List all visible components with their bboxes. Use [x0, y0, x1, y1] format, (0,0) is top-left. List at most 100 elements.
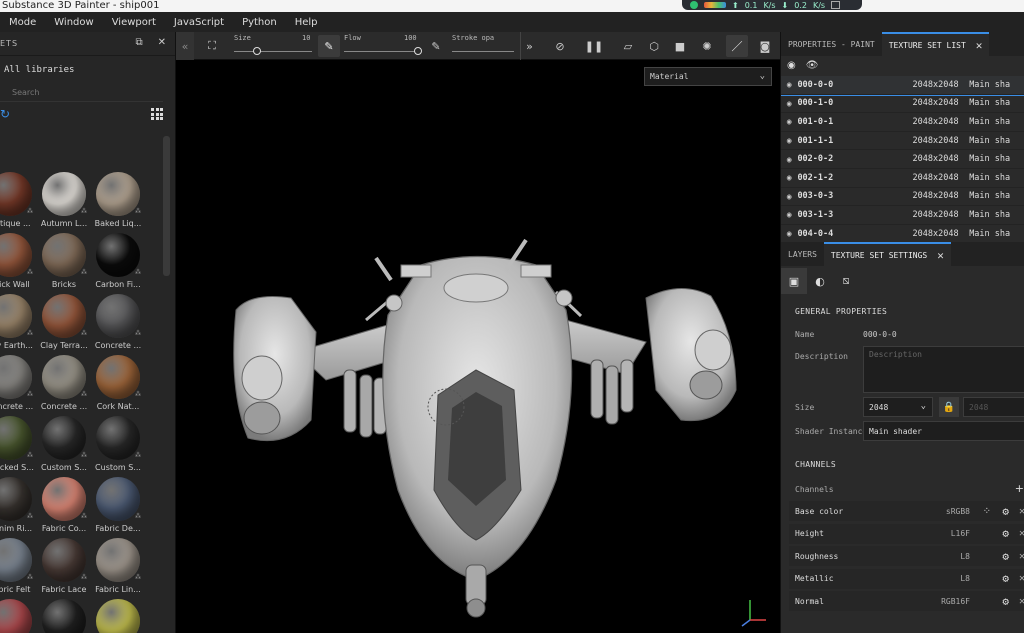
flow-pen-pressure-icon[interactable]: ✎	[428, 32, 444, 60]
material-thumbnail[interactable]: ⁂ Brick Wall	[0, 233, 36, 294]
close-tab-icon[interactable]: ✕	[976, 39, 983, 52]
material-thumbnail[interactable]: ⁂ Fabric Co...	[38, 477, 90, 538]
material-thumbnail[interactable]: ⁂ Concrete ...	[92, 294, 144, 355]
pause-icon[interactable]: ❚❚	[582, 32, 606, 60]
size-slider[interactable]	[234, 51, 312, 52]
material-thumbnail[interactable]: ⁂ Fabric De...	[92, 477, 144, 538]
menu-python[interactable]: Python	[233, 17, 286, 28]
lasso-tool-icon[interactable]: ⛶	[200, 32, 224, 60]
remove-channel-icon[interactable]: ✕	[1019, 573, 1024, 584]
channel-row[interactable]: Normal RGB16F ⚙ ✕	[789, 591, 1024, 611]
texture-set-row[interactable]: ◉ 001-0-1 2048x2048 Main sha	[781, 113, 1024, 132]
asset-search-input[interactable]: Search	[0, 84, 163, 102]
refresh-icon[interactable]: ↻	[0, 107, 10, 121]
texture-set-row[interactable]: ◉ 001-1-1 2048x2048 Main sha	[781, 132, 1024, 151]
symmetry-off-icon[interactable]: ⊘	[548, 32, 572, 60]
material-thumbnail[interactable]: ⁂ Dry Earth...	[0, 294, 36, 355]
material-thumbnail[interactable]: ⁂Fabric Rip...	[92, 599, 144, 633]
tab-texture-set-list[interactable]: TEXTURE SET LIST ✕	[881, 32, 990, 56]
remove-channel-icon[interactable]: ✕	[1019, 596, 1024, 607]
collapse-left-icon[interactable]: «	[176, 32, 194, 60]
material-thumbnail[interactable]: ⁂ Fabric Lace	[38, 538, 90, 599]
material-thumbnail[interactable]: ⁂ Cracked S...	[0, 416, 36, 477]
visibility-eye-icon[interactable]: ◉	[781, 192, 797, 201]
texture-set-row[interactable]: ◉ 000-0-0 2048x2048 Main sha	[781, 76, 1024, 96]
material-thumbnail[interactable]: ⁂ Fabric Felt	[0, 538, 36, 599]
visibility-eye-icon[interactable]: ◉	[781, 229, 797, 238]
flow-slider-knob[interactable]	[414, 47, 422, 55]
visibility-eye-icon[interactable]: ◉	[781, 155, 797, 164]
visibility-eye-icon[interactable]: ◉	[781, 80, 797, 89]
texture-set-row[interactable]: ◉ 003-1-3 2048x2048 Main sha	[781, 206, 1024, 225]
material-thumbnail[interactable]: ⁂ Baked Liq...	[92, 172, 144, 233]
tab-properties-paint[interactable]: PROPERTIES - PAINT	[781, 32, 882, 56]
texture-set-row[interactable]: ◉ 002-0-2 2048x2048 Main sha	[781, 150, 1024, 169]
material-thumbnail[interactable]: ⁂ Concrete ...	[38, 355, 90, 416]
channel-row[interactable]: Base color sRGB8 ⁘ ⚙ ✕	[789, 501, 1024, 521]
material-thumbnail[interactable]: ⁂ Carbon Fi...	[92, 233, 144, 294]
remove-channel-icon[interactable]: ✕	[1019, 506, 1024, 517]
material-thumbnail[interactable]: ⁂ Custom S...	[92, 416, 144, 477]
material-thumbnail[interactable]: ⁂ Bricks	[38, 233, 90, 294]
camera-video-icon[interactable]: ■	[668, 32, 692, 60]
cube-icon[interactable]: ⬡	[642, 32, 666, 60]
material-thumbnail[interactable]: ⁂ Concrete ...	[0, 355, 36, 416]
menu-viewport[interactable]: Viewport	[103, 17, 165, 28]
eye-icon[interactable]: 👁	[806, 60, 819, 71]
bake-mesh-icon[interactable]: ◐	[807, 268, 833, 294]
add-channel-icon[interactable]: +	[1015, 482, 1024, 495]
material-thumbnail[interactable]: ⁂ Clay Terra...	[38, 294, 90, 355]
lock-size-icon[interactable]: 🔒	[939, 397, 959, 417]
flow-slider[interactable]	[344, 51, 418, 52]
visibility-eye-icon[interactable]: ◉	[781, 99, 797, 108]
channel-row[interactable]: Metallic L8 ⚙ ✕	[789, 568, 1024, 589]
remove-channel-icon[interactable]: ✕	[1019, 551, 1024, 562]
expand-right-icon[interactable]: »	[520, 32, 538, 60]
undock-icon[interactable]: ⧉	[135, 37, 143, 48]
menu-javascript[interactable]: JavaScript	[165, 17, 233, 28]
visibility-eye-icon[interactable]: ◉	[781, 173, 797, 182]
size-select[interactable]: 2048 ⌄	[863, 397, 933, 417]
remove-channel-icon[interactable]: ✕	[1019, 528, 1024, 539]
material-thumbnail[interactable]: ⁂ Custom S...	[38, 416, 90, 477]
channel-settings-gear-icon[interactable]: ⚙	[1002, 572, 1009, 585]
description-field[interactable]: Description	[863, 346, 1024, 393]
visibility-eye-icon[interactable]: ◉	[781, 210, 797, 219]
texture-set-row[interactable]: ◉ 000-1-0 2048x2048 Main sha	[781, 95, 1024, 114]
library-selector[interactable]: All libraries	[0, 56, 175, 84]
uv-transform-icon[interactable]: ⧅	[833, 268, 859, 294]
size-pen-pressure-icon[interactable]: ✎	[318, 35, 340, 57]
shader-instance-select[interactable]: Main shader	[863, 421, 1024, 441]
channel-row[interactable]: Height L16F ⚙ ✕	[789, 523, 1024, 544]
channel-settings-gear-icon[interactable]: ⚙	[1002, 505, 1009, 518]
grid-view-icon[interactable]	[151, 108, 163, 120]
material-thumbnail[interactable]: ⁂Fabric Pu...	[38, 599, 90, 633]
menu-help[interactable]: Help	[286, 17, 327, 28]
color-profile-icon[interactable]: ⁘	[983, 506, 991, 517]
3d-viewport[interactable]: Material ⌄	[176, 60, 780, 633]
material-thumbnail[interactable]: ⁂ Antique ...	[0, 172, 36, 233]
material-thumbnail[interactable]: ⁂ Cork Nat...	[92, 355, 144, 416]
tab-layers[interactable]: LAYERS	[781, 242, 824, 266]
size-slider-knob[interactable]	[253, 47, 262, 55]
tab-texture-set-settings[interactable]: TEXTURE SET SETTINGS ✕	[823, 242, 951, 266]
assets-scrollbar[interactable]	[163, 136, 170, 276]
texture-settings-icon[interactable]: ▣	[781, 268, 807, 294]
material-thumbnail[interactable]: ⁂Fabric Nyl...	[0, 599, 36, 633]
polygon-fill-icon[interactable]: ▱	[616, 32, 640, 60]
paint-brush-icon[interactable]: ／	[726, 35, 748, 57]
menu-window[interactable]: Window	[45, 17, 102, 28]
channel-settings-gear-icon[interactable]: ⚙	[1002, 527, 1009, 540]
material-thumbnail[interactable]: ⁂ Fabric Lin...	[92, 538, 144, 599]
texture-set-row[interactable]: ◉ 003-0-3 2048x2048 Main sha	[781, 188, 1024, 207]
screenshot-camera-icon[interactable]: ◙	[754, 32, 776, 60]
visibility-eye-icon[interactable]: ◉	[781, 117, 797, 126]
texture-set-row[interactable]: ◉ 004-0-4 2048x2048 Main sha	[781, 225, 1024, 241]
viewport-mode-select[interactable]: Material ⌄	[644, 67, 772, 86]
close-icon[interactable]: ✕	[158, 37, 167, 48]
material-thumbnail[interactable]: ⁂ Denim Ri...	[0, 477, 36, 538]
channel-row[interactable]: Roughness L8 ⚙ ✕	[789, 546, 1024, 566]
texture-set-row[interactable]: ◉ 002-1-2 2048x2048 Main sha	[781, 169, 1024, 188]
particle-brush-icon[interactable]: ✺	[696, 32, 718, 60]
material-thumbnail[interactable]: ⁂ Autumn L...	[38, 172, 90, 233]
